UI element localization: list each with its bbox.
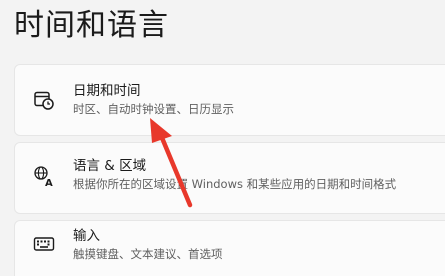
keyboard-icon: [33, 233, 55, 255]
input-title: 输入: [73, 228, 100, 244]
calendar-clock-icon: [33, 89, 55, 111]
settings-page: 时间和语言 日期和时间 时区、自动时钟设置、日历显示 A 语言 & 区域 根据你…: [0, 0, 445, 276]
date-time-title: 日期和时间: [73, 83, 141, 99]
input-setting[interactable]: 输入 触摸键盘、文本建议、首选项: [14, 220, 445, 276]
page-title: 时间和语言: [14, 8, 169, 43]
language-region-title: 语言 & 区域: [73, 158, 147, 174]
date-time-setting[interactable]: 日期和时间 时区、自动时钟设置、日历显示: [14, 64, 445, 136]
date-time-description: 时区、自动时钟设置、日历显示: [73, 102, 234, 116]
language-region-setting[interactable]: A 语言 & 区域 根据你所在的区域设置 Windows 和某些应用的日期和时间…: [14, 142, 445, 214]
language-icon: A: [33, 165, 55, 189]
language-region-description: 根据你所在的区域设置 Windows 和某些应用的日期和时间格式: [73, 177, 397, 191]
svg-text:A: A: [45, 178, 53, 187]
input-description: 触摸键盘、文本建议、首选项: [73, 247, 223, 261]
